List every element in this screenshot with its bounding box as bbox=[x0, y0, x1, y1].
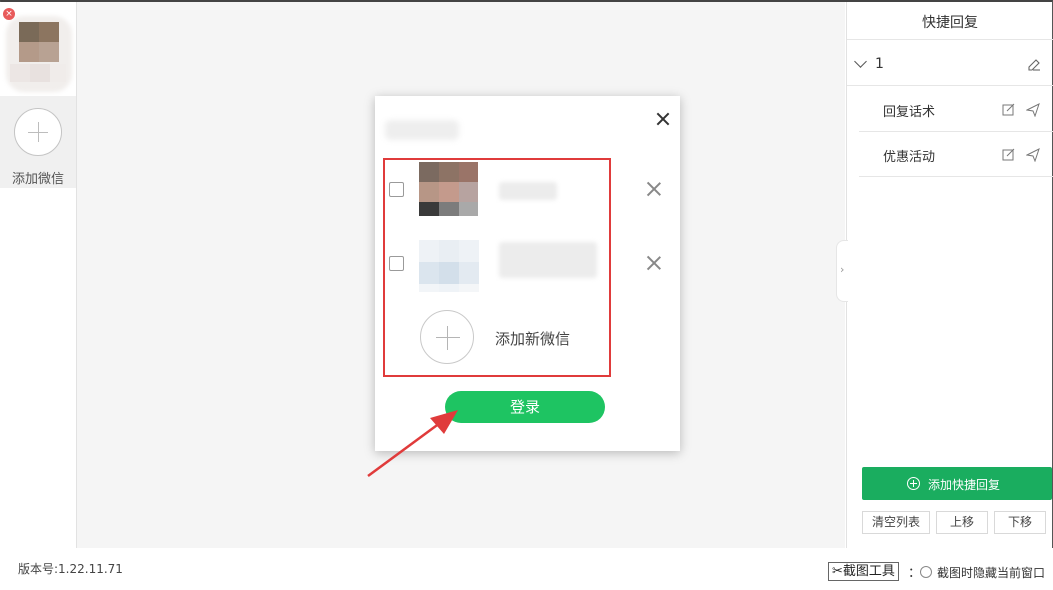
reply-item-label: 回复话术 bbox=[883, 105, 936, 120]
reply-item-label: 优惠活动 bbox=[883, 150, 936, 165]
panel-collapse-handle[interactable]: › bbox=[836, 240, 848, 302]
chevron-right-icon: › bbox=[840, 263, 845, 276]
add-new-wechat-label[interactable]: 添加新微信 bbox=[495, 328, 570, 349]
move-up-button[interactable]: 上移 bbox=[936, 511, 988, 534]
account-checkbox[interactable] bbox=[389, 256, 404, 271]
account-sidebar: × 添加微信 bbox=[0, 2, 77, 548]
add-circle-icon[interactable] bbox=[14, 108, 62, 156]
account-checkbox[interactable] bbox=[389, 182, 404, 197]
group-name: 1 bbox=[875, 56, 884, 72]
send-icon[interactable] bbox=[1026, 103, 1040, 117]
account-name-blur bbox=[499, 182, 557, 200]
remove-account-icon[interactable] bbox=[647, 182, 661, 196]
add-wechat-slot[interactable]: 添加微信 bbox=[0, 96, 76, 188]
close-icon[interactable] bbox=[656, 112, 670, 126]
panel-title: 快捷回复 bbox=[922, 15, 978, 31]
dialog-title-blur bbox=[385, 120, 459, 140]
plus-circle-icon bbox=[907, 477, 920, 490]
edit-icon[interactable] bbox=[1002, 103, 1016, 117]
account-row[interactable] bbox=[375, 236, 675, 292]
screenshot-tool-label: 截图工具 bbox=[842, 564, 895, 579]
add-quick-reply-label: 添加快捷回复 bbox=[928, 478, 1001, 492]
remove-account-icon[interactable]: × bbox=[3, 8, 15, 20]
add-wechat-label: 添加微信 bbox=[11, 172, 64, 187]
remove-account-icon[interactable] bbox=[647, 256, 661, 270]
quick-reply-panel: 快捷回复 1 回复话术 优惠活动 添加快捷回复 清空列表 上移 下移 bbox=[846, 2, 1053, 548]
eraser-edit-icon[interactable] bbox=[1027, 57, 1041, 71]
wechat-login-dialog: 添加新微信 登录 bbox=[375, 96, 680, 451]
account-avatar bbox=[19, 22, 59, 62]
annotation-arrow bbox=[367, 410, 458, 478]
hide-window-label: 截图时隐藏当前窗口 bbox=[937, 566, 1046, 580]
clear-list-button[interactable]: 清空列表 bbox=[862, 511, 930, 534]
account-avatar bbox=[419, 162, 478, 216]
edit-icon[interactable] bbox=[1002, 148, 1016, 162]
status-bar: 版本号:1.22.11.71 ✂截图工具 ： 截图时隐藏当前窗口 bbox=[0, 548, 1053, 590]
add-quick-reply-button[interactable]: 添加快捷回复 bbox=[862, 467, 1052, 500]
account-name-blur bbox=[499, 242, 597, 278]
add-new-wechat-icon[interactable] bbox=[420, 310, 474, 364]
version-label: 版本号:1.22.11.71 bbox=[18, 562, 123, 576]
screenshot-tool-button[interactable]: ✂截图工具 bbox=[828, 562, 899, 581]
chevron-down-icon[interactable] bbox=[854, 55, 867, 68]
send-icon[interactable] bbox=[1026, 148, 1040, 162]
account-avatar bbox=[419, 240, 479, 292]
account-name-blur bbox=[10, 64, 66, 82]
reply-item[interactable]: 优惠活动 bbox=[859, 132, 1053, 177]
account-row[interactable] bbox=[375, 160, 675, 216]
move-down-button[interactable]: 下移 bbox=[994, 511, 1046, 534]
reply-group-row[interactable]: 1 bbox=[847, 40, 1053, 86]
account-slot[interactable]: × bbox=[0, 2, 76, 96]
reply-item[interactable]: 回复话术 bbox=[859, 87, 1053, 132]
hide-window-radio[interactable] bbox=[920, 566, 932, 578]
scissors-icon: ✂ bbox=[832, 564, 843, 579]
